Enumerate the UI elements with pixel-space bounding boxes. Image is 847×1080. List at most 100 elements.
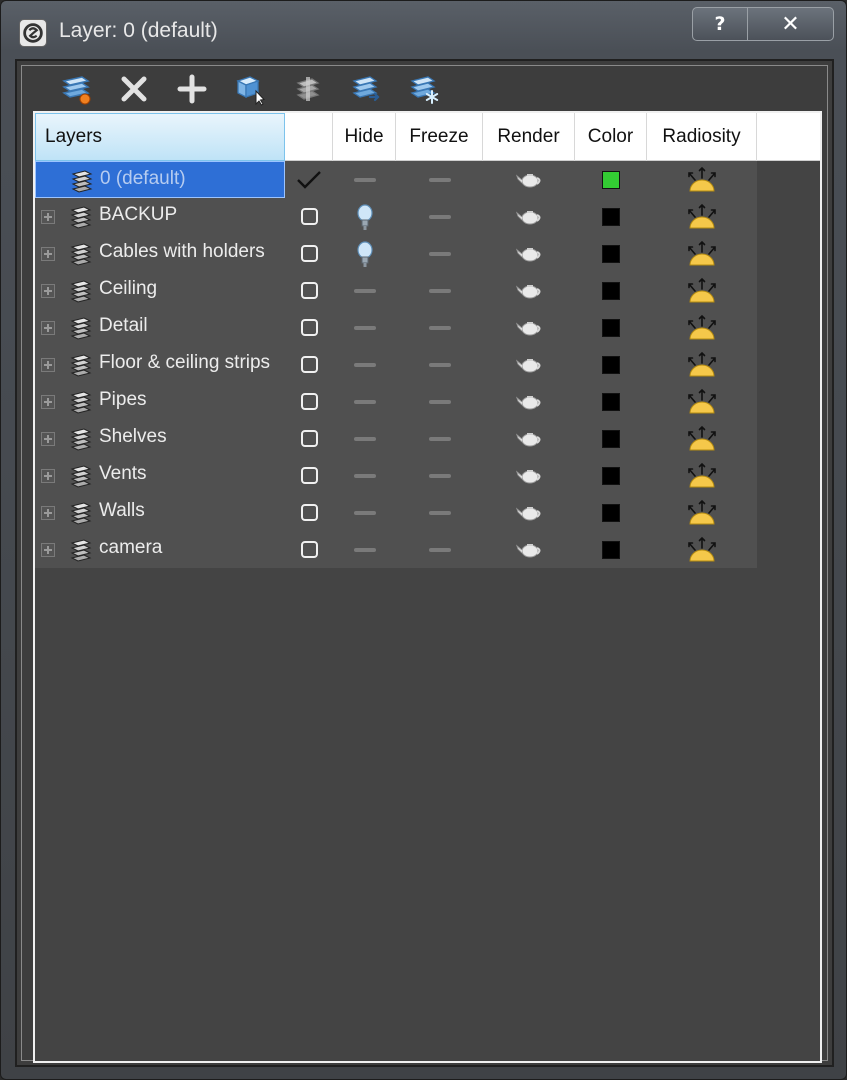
select-highlighted-button[interactable] bbox=[221, 69, 279, 109]
expand-icon[interactable] bbox=[41, 284, 55, 298]
freeze-toggle[interactable] bbox=[396, 235, 483, 272]
color-cell[interactable] bbox=[575, 420, 647, 457]
freeze-toggle[interactable] bbox=[396, 383, 483, 420]
current-layer-toggle[interactable] bbox=[285, 161, 333, 198]
current-layer-toggle[interactable] bbox=[285, 420, 333, 457]
help-button[interactable]: ? bbox=[692, 7, 748, 41]
color-cell[interactable] bbox=[575, 309, 647, 346]
layer-row[interactable]: Detail bbox=[35, 309, 757, 346]
radiosity-toggle[interactable] bbox=[647, 531, 757, 568]
freeze-toggle[interactable] bbox=[396, 346, 483, 383]
hide-toggle[interactable] bbox=[333, 494, 396, 531]
layer-name-cell[interactable]: Detail bbox=[35, 309, 285, 346]
color-cell[interactable] bbox=[575, 161, 647, 198]
layer-row[interactable]: 0 (default) bbox=[35, 161, 757, 198]
hide-toggle[interactable] bbox=[333, 420, 396, 457]
layer-name-cell[interactable]: 0 (default) bbox=[35, 161, 285, 198]
column-header-layers[interactable]: Layers bbox=[35, 113, 285, 161]
column-header-color[interactable]: Color bbox=[575, 113, 647, 161]
render-toggle[interactable] bbox=[483, 161, 575, 198]
radiosity-toggle[interactable] bbox=[647, 235, 757, 272]
layer-row[interactable]: Vents bbox=[35, 457, 757, 494]
layer-tree[interactable]: Layers Hide Freeze Render Color Radiosit… bbox=[33, 111, 822, 1063]
freeze-toggle[interactable] bbox=[396, 420, 483, 457]
freeze-toggle[interactable] bbox=[396, 198, 483, 235]
delete-layer-button[interactable] bbox=[105, 69, 163, 109]
color-cell[interactable] bbox=[575, 346, 647, 383]
hide-toggle[interactable] bbox=[333, 346, 396, 383]
layer-row[interactable]: Pipes bbox=[35, 383, 757, 420]
render-toggle[interactable] bbox=[483, 383, 575, 420]
hide-toggle[interactable] bbox=[333, 309, 396, 346]
highlight-selected-button[interactable] bbox=[279, 69, 337, 109]
title-bar[interactable]: Layer: 0 (default) ? ✕ bbox=[1, 1, 846, 59]
add-selection-button[interactable] bbox=[163, 69, 221, 109]
expand-icon[interactable] bbox=[41, 247, 55, 261]
layer-row[interactable]: camera bbox=[35, 531, 757, 568]
render-toggle[interactable] bbox=[483, 272, 575, 309]
current-layer-toggle[interactable] bbox=[285, 457, 333, 494]
column-header-current[interactable] bbox=[285, 113, 333, 161]
layer-row[interactable]: Shelves bbox=[35, 420, 757, 457]
layer-row[interactable]: Cables with holders bbox=[35, 235, 757, 272]
hide-unhide-all-button[interactable] bbox=[337, 69, 395, 109]
hide-toggle[interactable] bbox=[333, 198, 396, 235]
hide-toggle[interactable] bbox=[333, 531, 396, 568]
radiosity-toggle[interactable] bbox=[647, 198, 757, 235]
freeze-unfreeze-all-button[interactable] bbox=[395, 69, 453, 109]
freeze-toggle[interactable] bbox=[396, 161, 483, 198]
current-layer-toggle[interactable] bbox=[285, 198, 333, 235]
column-header-freeze[interactable]: Freeze bbox=[396, 113, 483, 161]
radiosity-toggle[interactable] bbox=[647, 346, 757, 383]
layer-name-cell[interactable]: Pipes bbox=[35, 383, 285, 420]
current-layer-toggle[interactable] bbox=[285, 494, 333, 531]
render-toggle[interactable] bbox=[483, 420, 575, 457]
layer-name-cell[interactable]: BACKUP bbox=[35, 198, 285, 235]
hide-toggle[interactable] bbox=[333, 235, 396, 272]
current-layer-toggle[interactable] bbox=[285, 531, 333, 568]
expand-icon[interactable] bbox=[41, 210, 55, 224]
layer-row[interactable]: Walls bbox=[35, 494, 757, 531]
expand-icon[interactable] bbox=[41, 543, 55, 557]
freeze-toggle[interactable] bbox=[396, 272, 483, 309]
hide-toggle[interactable] bbox=[333, 383, 396, 420]
freeze-toggle[interactable] bbox=[396, 531, 483, 568]
current-layer-toggle[interactable] bbox=[285, 272, 333, 309]
column-header-hide[interactable]: Hide bbox=[333, 113, 396, 161]
current-layer-toggle[interactable] bbox=[285, 235, 333, 272]
render-toggle[interactable] bbox=[483, 198, 575, 235]
color-cell[interactable] bbox=[575, 494, 647, 531]
freeze-toggle[interactable] bbox=[396, 457, 483, 494]
render-toggle[interactable] bbox=[483, 457, 575, 494]
expand-icon[interactable] bbox=[41, 469, 55, 483]
radiosity-toggle[interactable] bbox=[647, 494, 757, 531]
layer-row[interactable]: BACKUP bbox=[35, 198, 757, 235]
layer-name-cell[interactable]: Shelves bbox=[35, 420, 285, 457]
current-layer-toggle[interactable] bbox=[285, 383, 333, 420]
radiosity-toggle[interactable] bbox=[647, 383, 757, 420]
expand-icon[interactable] bbox=[41, 395, 55, 409]
layer-name-cell[interactable]: Ceiling bbox=[35, 272, 285, 309]
layer-name-cell[interactable]: Cables with holders bbox=[35, 235, 285, 272]
radiosity-toggle[interactable] bbox=[647, 457, 757, 494]
layer-name-cell[interactable]: Vents bbox=[35, 457, 285, 494]
color-cell[interactable] bbox=[575, 272, 647, 309]
layer-row[interactable]: Ceiling bbox=[35, 272, 757, 309]
radiosity-toggle[interactable] bbox=[647, 309, 757, 346]
color-cell[interactable] bbox=[575, 531, 647, 568]
color-cell[interactable] bbox=[575, 457, 647, 494]
current-layer-toggle[interactable] bbox=[285, 346, 333, 383]
current-layer-toggle[interactable] bbox=[285, 309, 333, 346]
radiosity-toggle[interactable] bbox=[647, 272, 757, 309]
expand-icon[interactable] bbox=[41, 321, 55, 335]
column-header-render[interactable]: Render bbox=[483, 113, 575, 161]
layer-name-cell[interactable]: camera bbox=[35, 531, 285, 568]
radiosity-toggle[interactable] bbox=[647, 420, 757, 457]
layer-name-cell[interactable]: Walls bbox=[35, 494, 285, 531]
hide-toggle[interactable] bbox=[333, 457, 396, 494]
color-cell[interactable] bbox=[575, 235, 647, 272]
freeze-toggle[interactable] bbox=[396, 494, 483, 531]
hide-toggle[interactable] bbox=[333, 272, 396, 309]
hide-toggle[interactable] bbox=[333, 161, 396, 198]
radiosity-toggle[interactable] bbox=[647, 161, 757, 198]
